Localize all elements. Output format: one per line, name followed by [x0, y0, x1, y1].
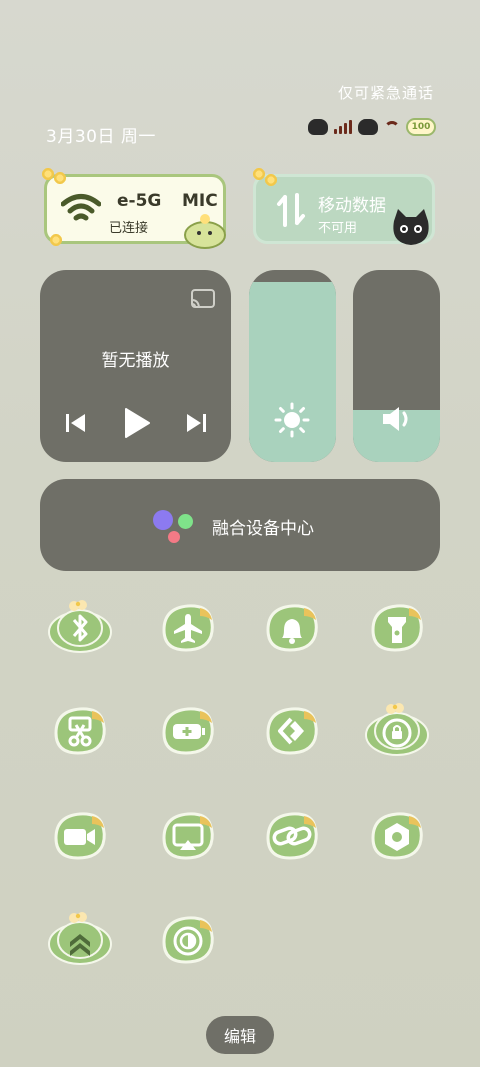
device-center-button[interactable]: 融合设备中心 [40, 479, 440, 571]
brightness-sun-icon [274, 402, 310, 438]
cast-icon [162, 812, 214, 860]
mobile-data-status: 不可用 [318, 221, 358, 236]
media-title: 暂无播放 [101, 351, 170, 371]
performance-tile[interactable] [48, 912, 112, 968]
sticker-creature-icon [184, 214, 226, 249]
nearby-share-tile[interactable] [260, 703, 324, 759]
share-arrows-icon [266, 707, 318, 755]
battery-saver-tile[interactable] [156, 703, 220, 759]
battery-icon: 100 [406, 118, 436, 136]
status-icons: 100 [308, 118, 436, 136]
brightness-slider[interactable] [249, 270, 336, 462]
airplane-icon [162, 604, 214, 652]
wifi-icon [61, 194, 101, 221]
bluetooth-icon [48, 600, 112, 653]
flower-decoration-icon [264, 173, 278, 187]
emergency-calls-only-text: 仅可紧急通话 [337, 84, 434, 102]
wifi-network-name: e-5G [117, 191, 162, 211]
media-player-panel[interactable]: 暂无播放 [40, 270, 231, 462]
next-track-icon[interactable] [184, 410, 208, 436]
double-chevron-up-icon [48, 912, 112, 965]
volume-slider[interactable] [353, 270, 440, 462]
contrast-icon [162, 916, 214, 964]
video-camera-icon [54, 812, 106, 860]
cat-sticker-icon [358, 119, 378, 135]
ringer-tile[interactable] [260, 600, 324, 656]
scissors-icon [54, 707, 106, 755]
wifi-status-icon [384, 121, 400, 133]
rotation-lock-tile[interactable] [365, 703, 429, 759]
battery-icon [162, 707, 214, 755]
data-arrows-icon [277, 193, 305, 227]
flashlight-tile[interactable] [365, 600, 429, 656]
battery-level-text: 100 [411, 122, 431, 132]
flower-decoration-icon [53, 171, 67, 185]
flashlight-icon [371, 604, 423, 652]
date-text: 3月30日 周一 [46, 127, 156, 147]
dark-mode-tile[interactable] [156, 912, 220, 968]
bell-icon [266, 604, 318, 652]
device-center-dot-purple [153, 510, 173, 530]
link-icon [266, 812, 318, 860]
wifi-network-name-overflow: MIC [182, 191, 218, 211]
screen-record-tile[interactable] [48, 808, 112, 864]
signal-strength-icon [334, 120, 352, 134]
play-icon[interactable] [122, 406, 152, 440]
mobile-data-title: 移动数据 [318, 196, 386, 216]
volume-speaker-icon [383, 407, 408, 431]
black-cat-sticker-icon [393, 209, 429, 245]
settings-tile[interactable] [365, 808, 429, 864]
screen-cast-tile[interactable] [156, 808, 220, 864]
cast-icon[interactable] [190, 288, 216, 310]
device-center-dot-green [178, 514, 193, 529]
wifi-tile[interactable]: e-5G MIC 已连接 [41, 167, 226, 249]
previous-track-icon[interactable] [64, 410, 88, 436]
cat-sticker-icon [308, 119, 328, 135]
hexagon-settings-icon [371, 812, 423, 860]
flower-decoration-icon [49, 233, 63, 247]
link-tile[interactable] [260, 808, 324, 864]
wifi-status-text: 已连接 [109, 221, 149, 236]
airplane-mode-tile[interactable] [156, 600, 220, 656]
rotation-lock-icon [365, 703, 429, 756]
mobile-data-tile[interactable]: 移动数据 不可用 [252, 167, 435, 245]
edit-button[interactable]: 编辑 [206, 1016, 274, 1054]
screenshot-tile[interactable] [48, 703, 112, 759]
device-center-dot-pink [168, 531, 180, 543]
device-center-label: 融合设备中心 [212, 519, 314, 539]
bluetooth-tile[interactable] [48, 600, 112, 656]
